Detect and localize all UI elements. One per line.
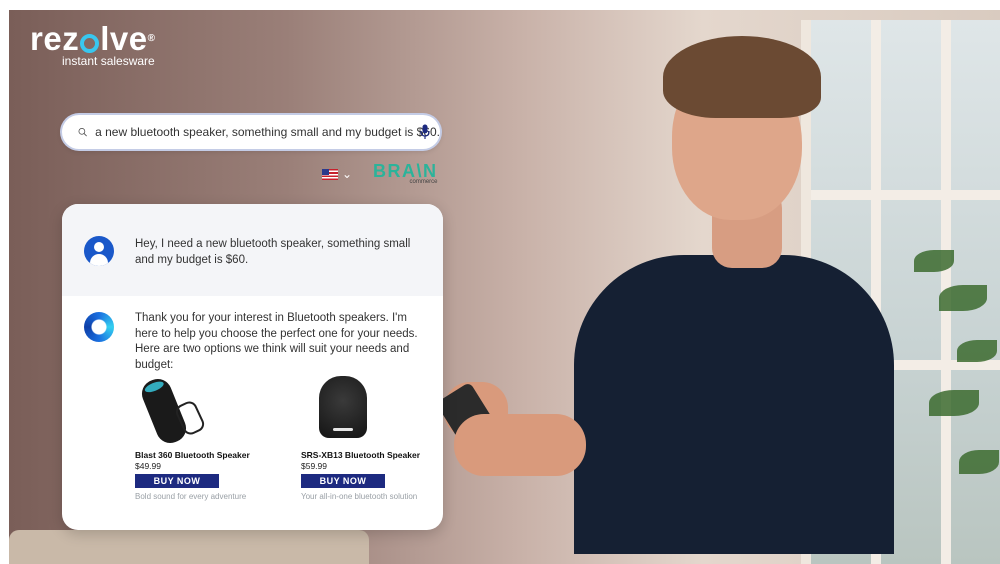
plant-leaf <box>957 340 997 362</box>
search-icon <box>78 127 87 137</box>
microphone-icon[interactable] <box>420 124 430 140</box>
product-description: Bold sound for every adventure <box>135 492 247 501</box>
speaker-image[interactable] <box>135 372 275 450</box>
buy-now-button[interactable]: BUY NOW <box>301 474 385 488</box>
language-selector[interactable]: ⌄ <box>322 167 352 181</box>
plant-leaf <box>959 450 999 474</box>
logo-tagline: instant salesware <box>62 54 155 68</box>
plant-leaf <box>929 390 979 416</box>
product-name[interactable]: SRS-XB13 Bluetooth Speaker <box>301 450 441 460</box>
product-price: $49.99 <box>135 461 161 471</box>
rezolve-logo: rez lve® instant salesware <box>30 20 156 69</box>
chevron-down-icon: ⌄ <box>342 167 353 181</box>
us-flag-icon <box>322 168 338 180</box>
user-message: Hey, I need a new bluetooth speaker, som… <box>62 204 443 296</box>
sofa <box>9 530 369 564</box>
plant-leaf <box>914 250 954 272</box>
person-torso <box>574 255 894 554</box>
person-hair <box>663 36 821 118</box>
user-message-text: Hey, I need a new bluetooth speaker, som… <box>135 238 411 266</box>
brain-commerce-logo: BRA\N commerce <box>373 161 438 185</box>
product-description: Your all-in-one bluetooth solution <box>301 492 418 501</box>
chat-panel: Hey, I need a new bluetooth speaker, som… <box>62 204 443 530</box>
product-price: $59.99 <box>301 461 327 471</box>
user-avatar-icon <box>84 236 114 266</box>
assistant-avatar-icon <box>84 312 114 342</box>
person-hand <box>454 414 586 476</box>
product-name[interactable]: Blast 360 Bluetooth Speaker <box>135 450 275 460</box>
search-bar[interactable]: a new bluetooth speaker, something small… <box>62 115 440 149</box>
assistant-message-text: Thank you for your interest in Bluetooth… <box>135 312 418 371</box>
product-card: SRS-XB13 Bluetooth Speaker $59.99 BUY NO… <box>301 372 441 501</box>
buy-now-button[interactable]: BUY NOW <box>135 474 219 488</box>
plant-leaf <box>939 285 987 311</box>
search-input[interactable]: a new bluetooth speaker, something small… <box>95 125 440 139</box>
product-card: Blast 360 Bluetooth Speaker $49.99 BUY N… <box>135 372 275 501</box>
logo-o-ring <box>80 34 100 53</box>
speaker-image[interactable] <box>301 372 441 450</box>
